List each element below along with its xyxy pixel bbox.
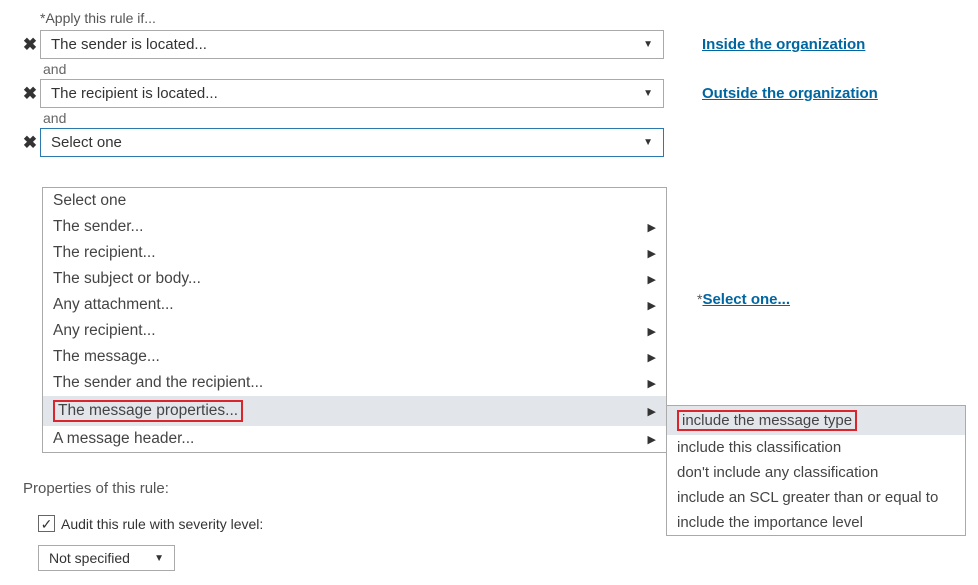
condition-1-text: The sender is located... xyxy=(51,36,207,53)
condition-options-list: Select one The sender...▶ The recipient.… xyxy=(42,187,667,453)
submenu-message-type[interactable]: include the message type xyxy=(667,406,965,435)
condition-1-link[interactable]: Inside the organization xyxy=(702,36,865,53)
and-label-1: and xyxy=(43,61,958,77)
condition-2-link[interactable]: Outside the organization xyxy=(702,85,878,102)
caret-icon: ▼ xyxy=(643,39,653,50)
submenu-classification[interactable]: include this classification xyxy=(667,435,965,460)
message-properties-submenu: include the message type include this cl… xyxy=(666,405,966,536)
severity-value: Not specified xyxy=(49,550,130,566)
chevron-right-icon: ▶ xyxy=(648,325,656,338)
submenu-no-classification[interactable]: don't include any classification xyxy=(667,460,965,485)
severity-dropdown[interactable]: Not specified ▼ xyxy=(38,545,175,571)
option-recipient[interactable]: The recipient...▶ xyxy=(43,240,666,266)
option-sender[interactable]: The sender...▶ xyxy=(43,214,666,240)
caret-icon: ▼ xyxy=(643,137,653,148)
submenu-importance[interactable]: include the importance level xyxy=(667,510,965,535)
condition-2-dropdown[interactable]: The recipient is located... ▼ xyxy=(40,79,664,108)
select-one-wrapper: *Select one... xyxy=(697,291,790,308)
chevron-right-icon: ▶ xyxy=(648,405,656,418)
select-one-link[interactable]: Select one... xyxy=(702,291,790,308)
option-select-one[interactable]: Select one xyxy=(43,188,666,214)
remove-condition-3[interactable]: ✖ xyxy=(20,133,40,153)
submenu-scl[interactable]: include an SCL greater than or equal to xyxy=(667,485,965,510)
condition-1-dropdown[interactable]: The sender is located... ▼ xyxy=(40,30,664,59)
option-message-header[interactable]: A message header...▶ xyxy=(43,426,666,452)
caret-icon: ▼ xyxy=(154,553,164,564)
remove-condition-2[interactable]: ✖ xyxy=(20,84,40,104)
option-sender-recipient[interactable]: The sender and the recipient...▶ xyxy=(43,370,666,396)
condition-3-dropdown[interactable]: Select one ▼ xyxy=(40,128,664,157)
condition-2-text: The recipient is located... xyxy=(51,85,218,102)
and-label-2: and xyxy=(43,110,958,126)
chevron-right-icon: ▶ xyxy=(648,351,656,364)
option-subject-body[interactable]: The subject or body...▶ xyxy=(43,266,666,292)
chevron-right-icon: ▶ xyxy=(648,433,656,446)
apply-rule-label: *Apply this rule if... xyxy=(40,10,958,26)
chevron-right-icon: ▶ xyxy=(648,299,656,312)
chevron-right-icon: ▶ xyxy=(648,247,656,260)
condition-3-text: Select one xyxy=(51,134,122,151)
audit-label: Audit this rule with severity level: xyxy=(61,516,263,532)
option-message-properties[interactable]: The message properties...▶ xyxy=(43,396,666,426)
option-message[interactable]: The message...▶ xyxy=(43,344,666,370)
caret-icon: ▼ xyxy=(643,88,653,99)
chevron-right-icon: ▶ xyxy=(648,221,656,234)
chevron-right-icon: ▶ xyxy=(648,377,656,390)
audit-checkbox[interactable]: ✓ xyxy=(38,515,55,532)
option-attachment[interactable]: Any attachment...▶ xyxy=(43,292,666,318)
properties-label: Properties of this rule: xyxy=(23,480,169,497)
option-any-recipient[interactable]: Any recipient...▶ xyxy=(43,318,666,344)
chevron-right-icon: ▶ xyxy=(648,273,656,286)
remove-condition-1[interactable]: ✖ xyxy=(20,35,40,55)
